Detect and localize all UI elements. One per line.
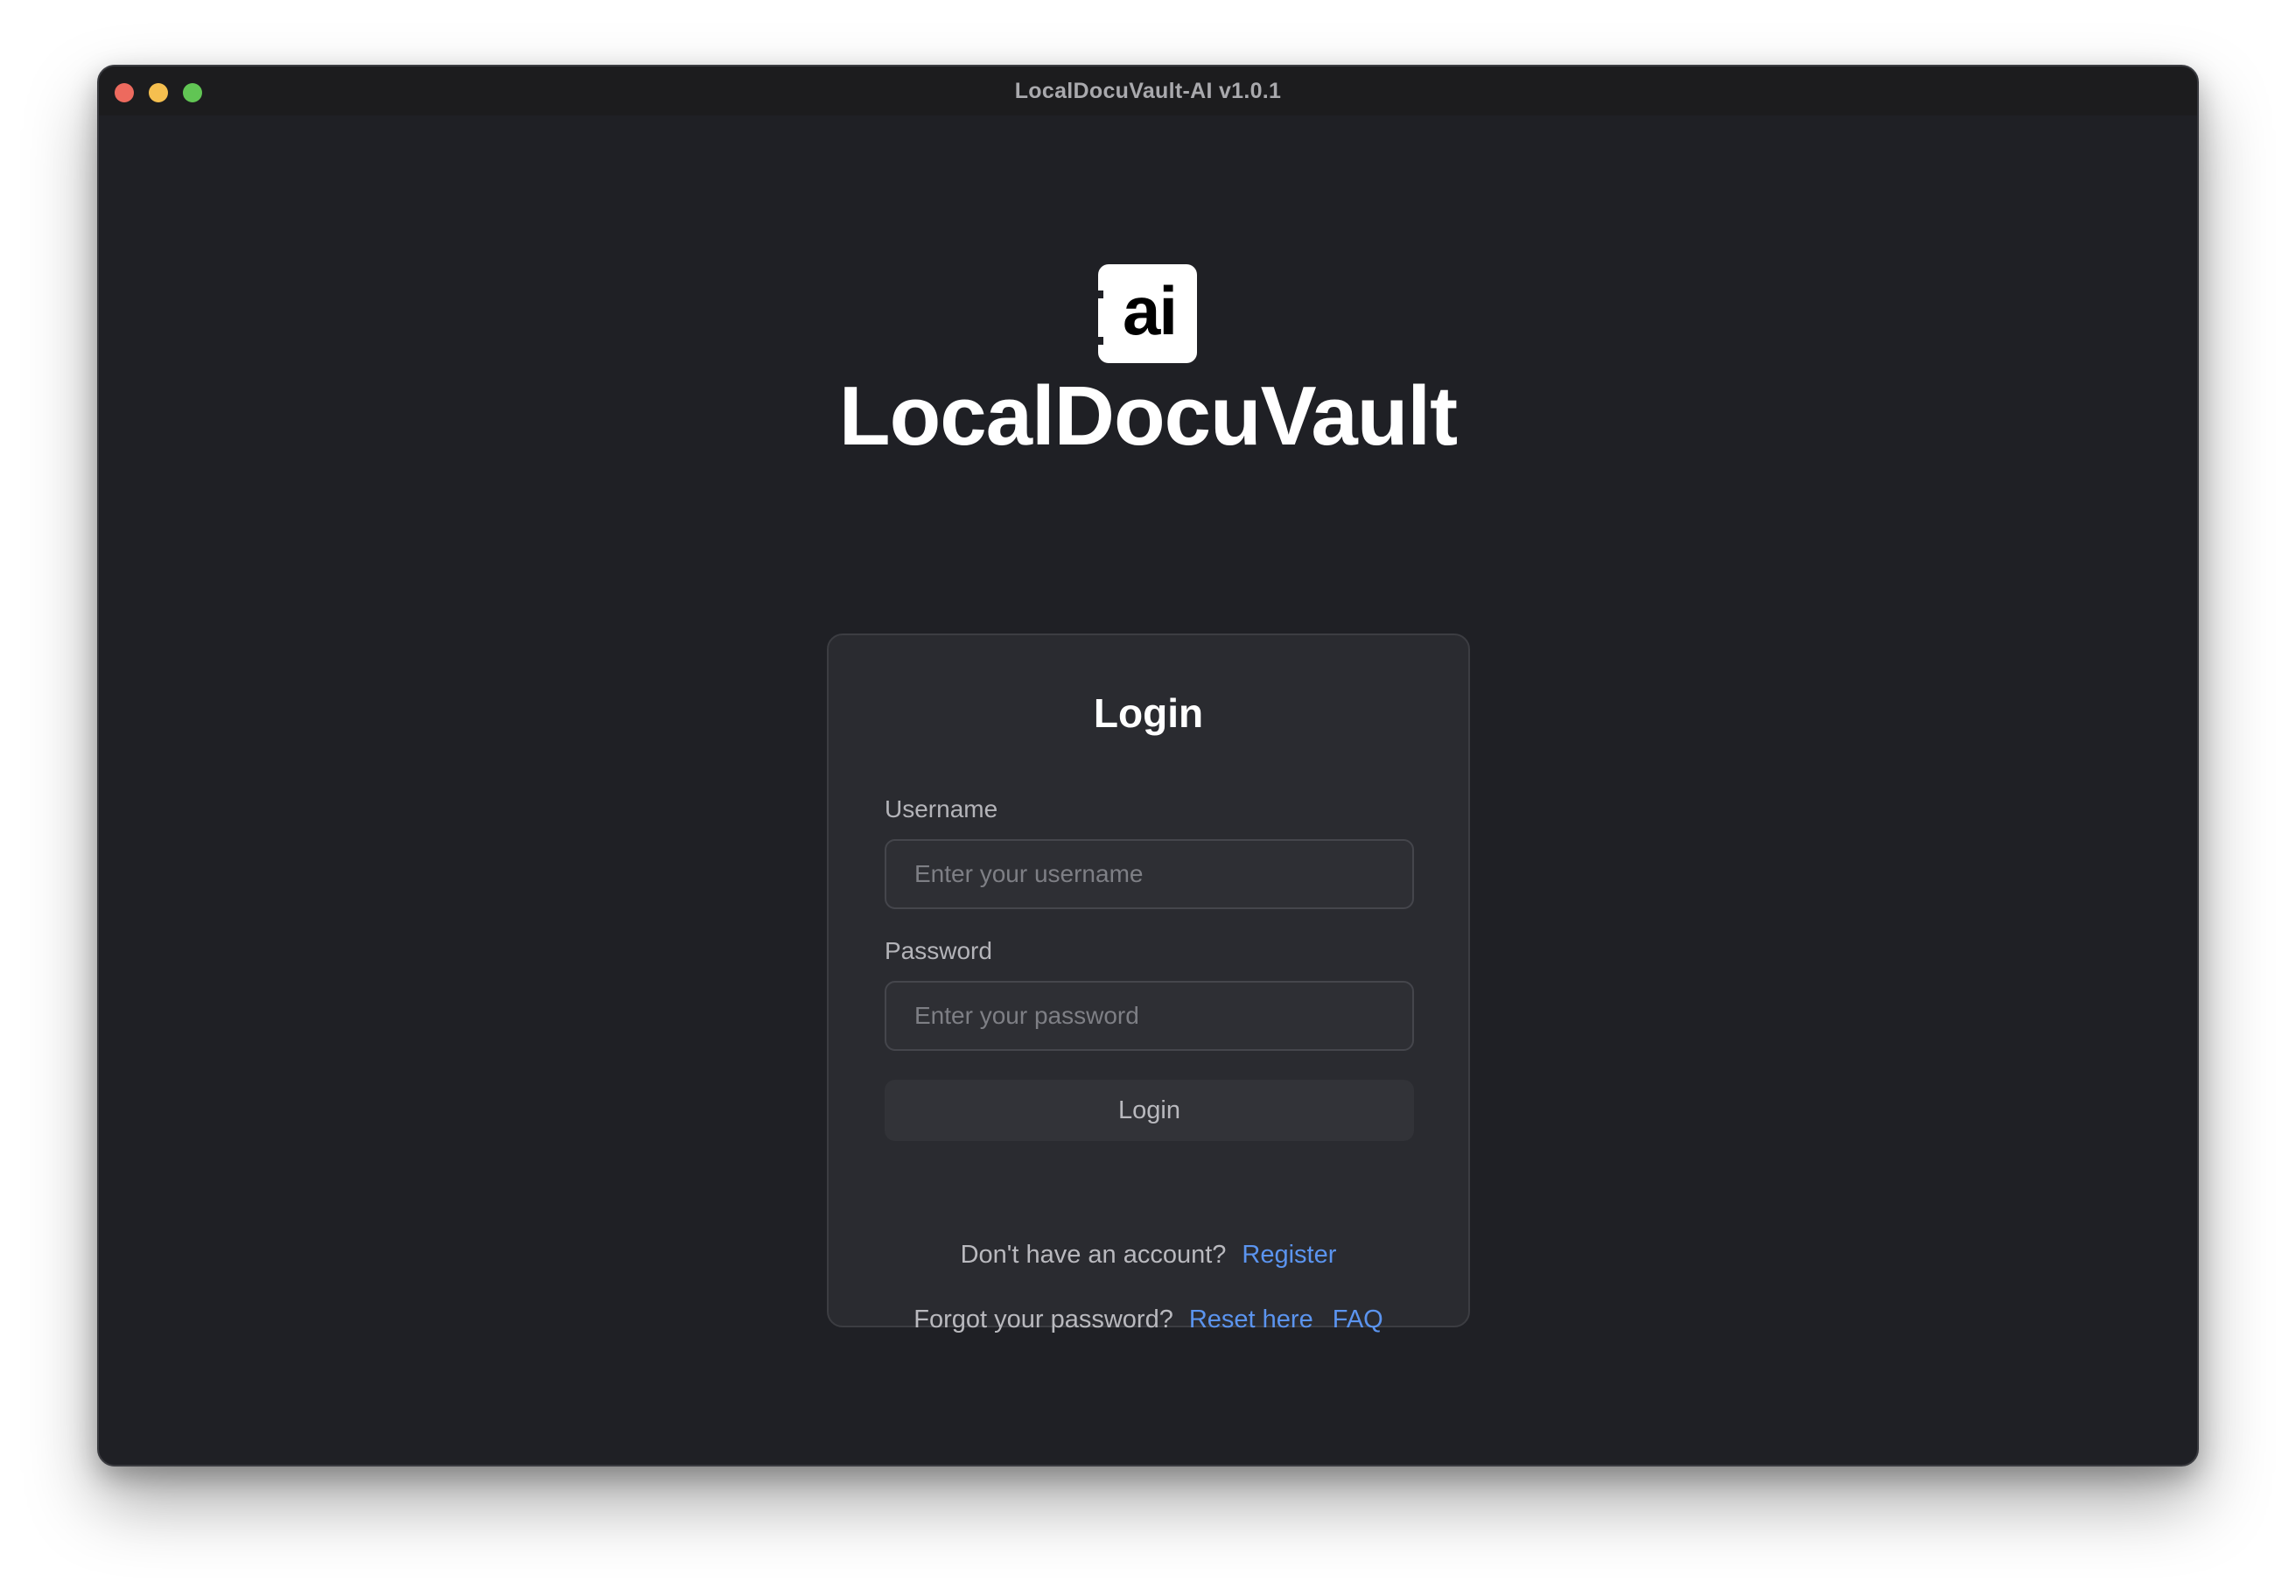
title-bar[interactable]: LocalDocuVault-AI v1.0.1 — [99, 66, 2197, 116]
logo-notch-top — [1096, 290, 1103, 298]
window-title: LocalDocuVault-AI v1.0.1 — [1014, 79, 1282, 103]
login-title: Login — [1093, 690, 1204, 736]
app-logo: ai — [1096, 264, 1197, 363]
register-link[interactable]: Register — [1242, 1241, 1336, 1269]
register-row: Don't have an account? Register — [829, 1241, 1468, 1270]
username-label: Username — [885, 795, 998, 822]
username-input[interactable] — [885, 839, 1414, 909]
reset-password-link[interactable]: Reset here — [1189, 1306, 1313, 1334]
forgot-row: Forgot your password? Reset here FAQ — [829, 1306, 1468, 1334]
app-name: LocalDocuVault — [838, 369, 1458, 463]
password-label: Password — [885, 937, 992, 964]
login-button[interactable]: Login — [885, 1080, 1414, 1141]
forgot-prompt: Forgot your password? — [914, 1306, 1173, 1334]
logo-notch-bottom — [1096, 337, 1103, 345]
faq-link[interactable]: FAQ — [1333, 1306, 1383, 1334]
password-input[interactable] — [885, 981, 1414, 1051]
login-card: Login Username Password Login Don't have… — [827, 634, 1470, 1334]
app-window: LocalDocuVault-AI v1.0.1 ai LocalDocuVau… — [97, 65, 2199, 1466]
register-prompt: Don't have an account? — [960, 1241, 1227, 1269]
logo-text: ai — [1123, 272, 1178, 349]
